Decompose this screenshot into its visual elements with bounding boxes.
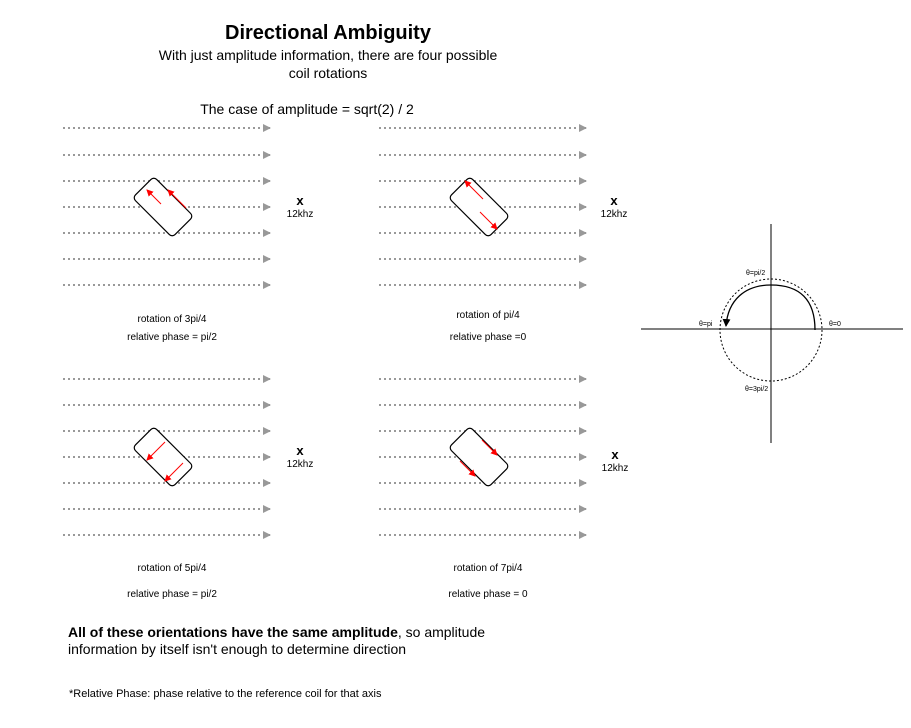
angle-diagram: θ=pi/2 θ=pi θ=0 θ=3pi/2 xyxy=(641,224,903,443)
panel-1-rotation: rotation of 3pi/4 xyxy=(137,314,207,325)
angle-label-top: θ=pi/2 xyxy=(746,270,765,277)
panel-4-rotation: rotation of 7pi/4 xyxy=(453,563,523,574)
panel-2-rotation: rotation of pi/4 xyxy=(456,310,520,321)
panel-2-phase: relative phase =0 xyxy=(449,332,527,343)
panel-3-x-label: x xyxy=(296,443,304,458)
panel-4-frequency: 12khz xyxy=(601,463,629,474)
angle-label-bottom: θ=3pi/2 xyxy=(745,386,768,393)
panel-2-frequency: 12khz xyxy=(600,209,628,220)
conclusion-bold: All of these orientations have the same … xyxy=(68,624,398,640)
coil-3pi4 xyxy=(133,177,193,237)
panel-3-phase: relative phase = pi/2 xyxy=(127,589,217,600)
footnote: *Relative Phase: phase relative to the r… xyxy=(69,688,382,700)
diagram-canvas: θ=pi/2 θ=pi θ=0 θ=3pi/2 xyxy=(63,124,903,539)
conclusion-text: All of these orientations have the same … xyxy=(68,624,538,658)
panel-1-phase: relative phase = pi/2 xyxy=(127,332,217,343)
panel-4-phase: relative phase = 0 xyxy=(448,589,528,600)
coil-5pi4 xyxy=(133,427,193,487)
panel-2-x-label: x xyxy=(610,193,618,208)
coil-pi4 xyxy=(449,177,509,237)
angle-label-left: θ=pi xyxy=(699,321,713,328)
panel-3-frequency: 12khz xyxy=(286,459,314,470)
coil-7pi4 xyxy=(449,427,509,487)
angle-label-right: θ=0 xyxy=(829,321,841,328)
panel-4-x-label: x xyxy=(611,447,619,462)
panel-1-x-label: x xyxy=(296,193,304,208)
panel-3-rotation: rotation of 5pi/4 xyxy=(137,563,207,574)
panel-1-frequency: 12khz xyxy=(286,209,314,220)
